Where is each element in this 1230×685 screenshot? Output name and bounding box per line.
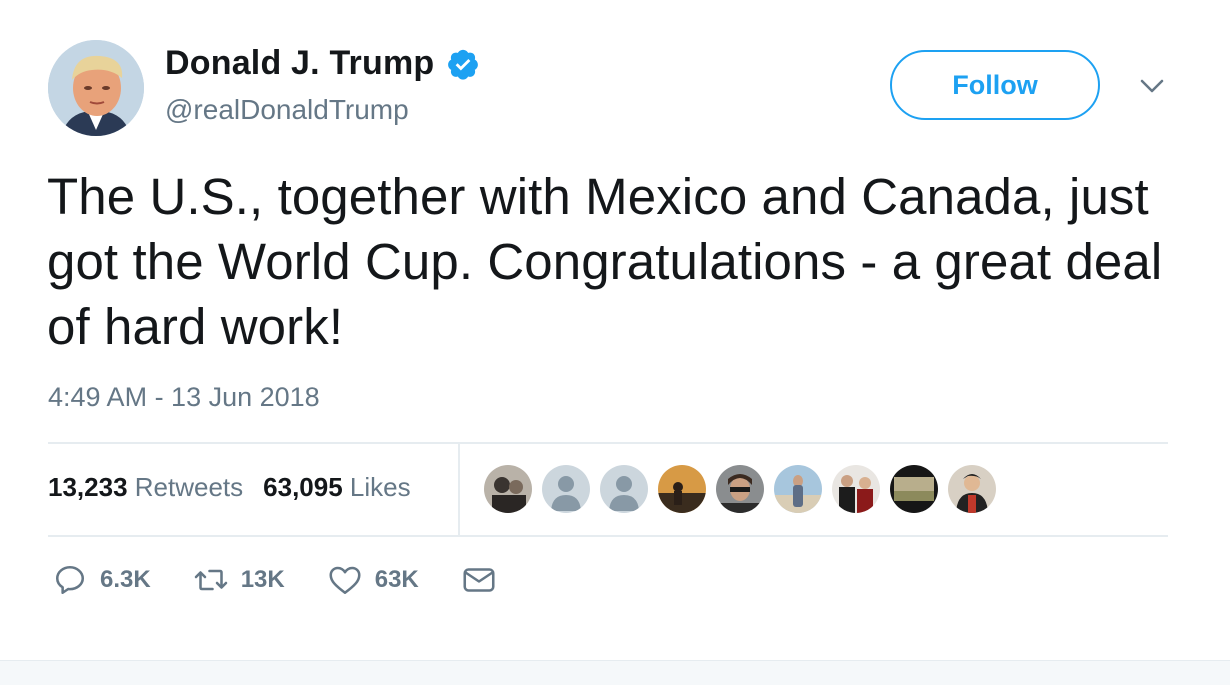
- liker-avatar[interactable]: [774, 465, 822, 513]
- stats-divider: [458, 444, 460, 535]
- tweet-stats: 13,233 Retweets 63,095 Likes: [48, 472, 431, 503]
- like-count: 63K: [374, 566, 419, 593]
- page-footer-strip: [0, 660, 1230, 685]
- likes-stat[interactable]: 63,095 Likes: [263, 472, 410, 503]
- liker-default-avatar[interactable]: [542, 465, 590, 513]
- liker-avatar[interactable]: [948, 465, 996, 513]
- author-name-row: Donald J. Trump: [165, 44, 480, 83]
- likes-count: 63,095: [263, 472, 343, 502]
- tweet-card: Donald J. Trump @realDonaldTrump Follow …: [0, 0, 1230, 660]
- likes-label: Likes: [349, 472, 411, 502]
- tweet-text: The U.S., together with Mexico and Canad…: [47, 168, 1163, 355]
- retweets-count: 13,233: [48, 472, 128, 502]
- retweet-action[interactable]: 13K: [193, 562, 285, 598]
- retweet-icon: [194, 569, 227, 591]
- reply-count: 6.3K: [100, 566, 151, 593]
- divider: [48, 442, 1168, 444]
- avatar-photo: [48, 40, 144, 136]
- author-avatar[interactable]: [48, 40, 144, 136]
- tweet-actions: 6.3K 13K 63K: [52, 562, 539, 598]
- liker-avatar[interactable]: [658, 465, 706, 513]
- retweets-stat[interactable]: 13,233 Retweets: [48, 472, 243, 503]
- likers-list: [484, 465, 1006, 513]
- chevron-down-icon[interactable]: [1138, 76, 1166, 96]
- direct-message-action[interactable]: [461, 562, 497, 598]
- like-action[interactable]: 63K: [327, 562, 419, 598]
- reply-icon: [55, 565, 85, 595]
- tweet-timestamp[interactable]: 4:49 AM - 13 Jun 2018: [48, 382, 320, 413]
- author-name[interactable]: Donald J. Trump: [165, 44, 434, 83]
- liker-avatar[interactable]: [832, 465, 880, 513]
- author-handle[interactable]: @realDonaldTrump: [165, 94, 409, 126]
- retweets-label: Retweets: [134, 472, 244, 502]
- retweet-count: 13K: [240, 566, 285, 593]
- reply-action[interactable]: 6.3K: [52, 562, 151, 598]
- liker-avatar[interactable]: [484, 465, 532, 513]
- liker-avatar[interactable]: [716, 465, 764, 513]
- follow-button[interactable]: Follow: [890, 50, 1100, 120]
- liker-default-avatar[interactable]: [600, 465, 648, 513]
- heart-icon: [329, 566, 361, 595]
- verified-badge-icon: [448, 49, 479, 80]
- liker-avatar[interactable]: [890, 465, 938, 513]
- envelope-icon: [463, 568, 495, 592]
- divider: [48, 535, 1168, 537]
